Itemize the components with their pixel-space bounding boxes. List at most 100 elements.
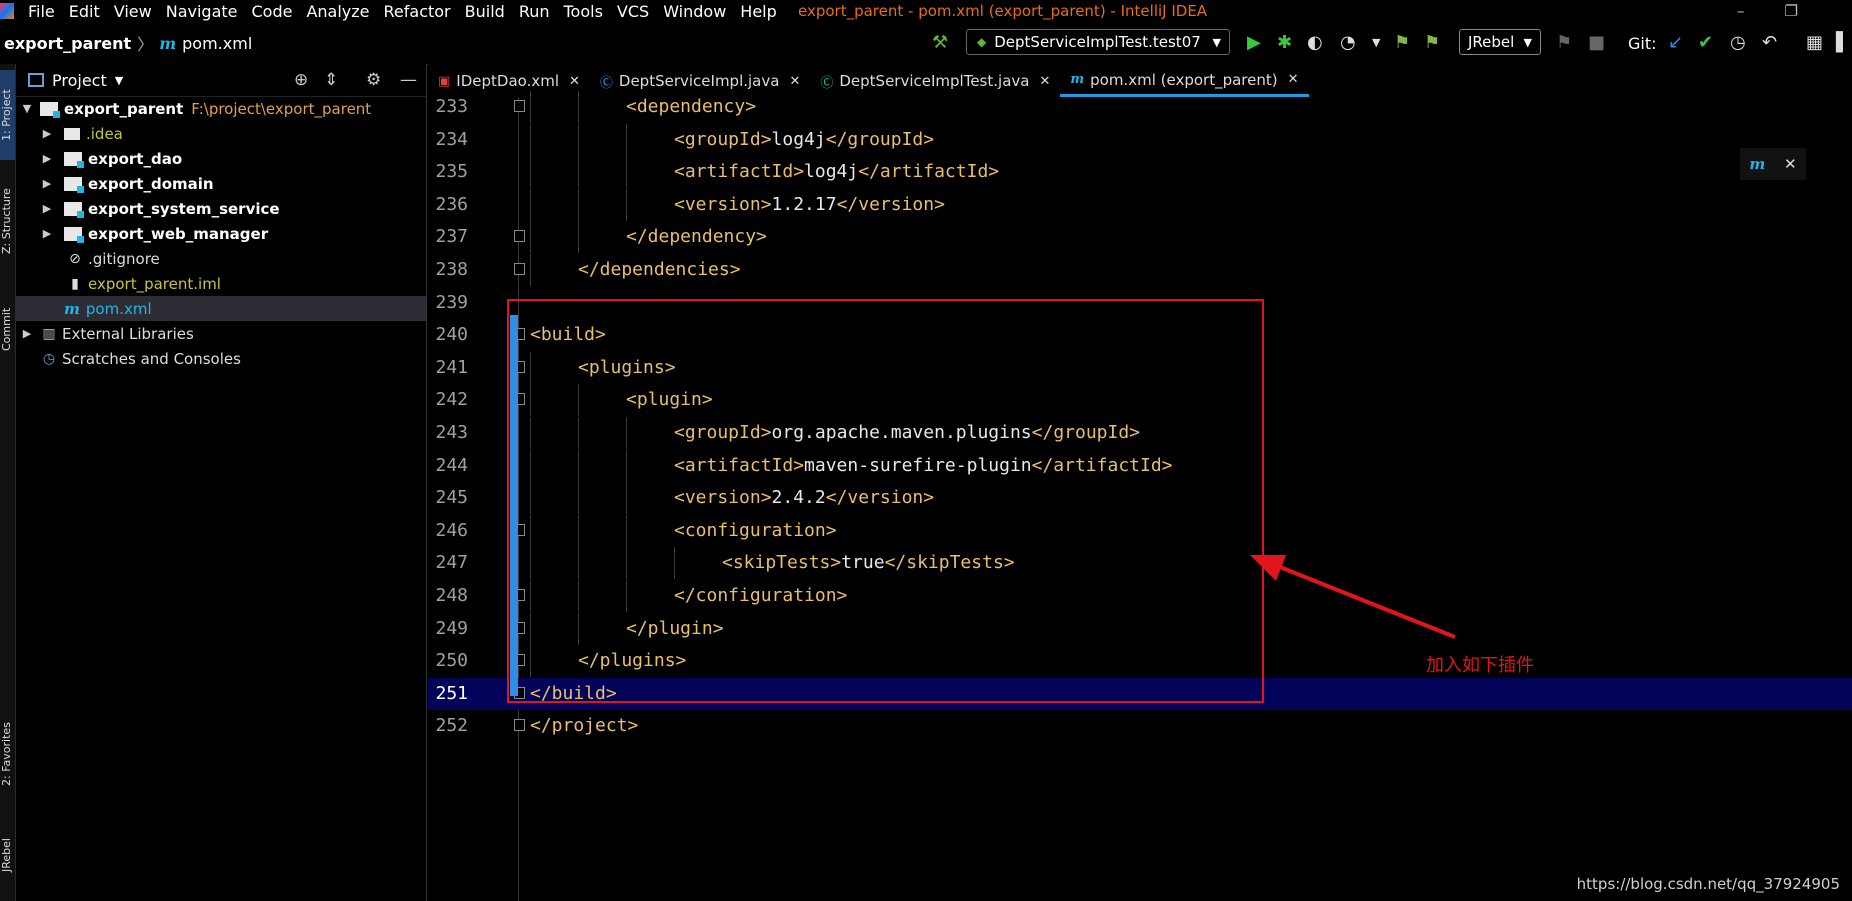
tree-item-pom[interactable]: m pom.xml xyxy=(16,296,426,321)
tree-item-label: .idea xyxy=(86,124,123,143)
menu-build[interactable]: Build xyxy=(465,2,505,21)
chevron-right-icon[interactable]: ▶ xyxy=(40,227,54,240)
tree-item-idea[interactable]: ▶ .idea xyxy=(16,121,426,146)
tool-window-structure[interactable]: Z: Structure xyxy=(0,176,15,266)
chevron-right-icon[interactable]: ▶ xyxy=(40,127,54,140)
menu-view[interactable]: View xyxy=(114,2,152,21)
jrebel-label: JRebel xyxy=(1468,33,1515,51)
locate-target-icon[interactable]: ⊕ xyxy=(294,70,308,90)
indent-guide xyxy=(626,123,627,156)
run-configuration-select[interactable]: ◆ DeptServiceImplTest.test07 ▼ xyxy=(966,29,1230,55)
settings-strip-icon[interactable]: ▌ xyxy=(1836,32,1850,53)
tree-item-export-system-service[interactable]: ▶ export_system_service xyxy=(16,196,426,221)
collapse-all-icon[interactable]: ⇕ xyxy=(324,70,338,90)
menu-tools[interactable]: Tools xyxy=(564,2,603,21)
breadcrumb-project[interactable]: export_parent xyxy=(4,34,131,53)
fold-marker-icon[interactable] xyxy=(514,719,525,732)
tree-item-export-dao[interactable]: ▶ export_dao xyxy=(16,146,426,171)
restore-icon[interactable]: ❐ xyxy=(1785,2,1838,20)
menu-vcs[interactable]: VCS xyxy=(617,2,649,21)
fold-marker-icon[interactable] xyxy=(514,263,525,275)
tool-window-favorites[interactable]: 2: Favorites xyxy=(0,704,15,804)
tree-item-scratches[interactable]: ◷ Scratches and Consoles xyxy=(16,346,426,371)
close-icon[interactable]: ✕ xyxy=(1784,155,1797,173)
stop-icon[interactable]: ■ xyxy=(1588,32,1605,53)
chevron-right-icon[interactable]: ▶ xyxy=(40,177,54,190)
close-icon[interactable]: ✕ xyxy=(789,74,800,89)
menu-window[interactable]: Window xyxy=(663,2,726,21)
more-run-chevron-icon[interactable]: ▼ xyxy=(1372,36,1380,49)
hide-panel-icon[interactable]: — xyxy=(400,70,417,90)
tree-root-label: export_parent xyxy=(64,99,184,118)
tree-item-export-domain[interactable]: ▶ export_domain xyxy=(16,171,426,196)
code-line[interactable]: 234 <groupId>log4j</groupId> xyxy=(428,123,1852,156)
maven-icon: m xyxy=(1070,72,1085,87)
chevron-down-icon[interactable]: ▼ xyxy=(20,102,34,115)
chevron-right-icon[interactable]: ▶ xyxy=(40,202,54,215)
code-line[interactable]: 233 <dependency> xyxy=(428,91,1852,123)
maven-icon: m xyxy=(64,299,80,318)
tree-item-iml[interactable]: ▮ export_parent.iml xyxy=(16,271,426,296)
tab-label: pom.xml (export_parent) xyxy=(1090,70,1278,89)
chevron-down-icon[interactable]: ▼ xyxy=(115,74,123,87)
window-controls[interactable]: –❐ xyxy=(1737,2,1838,20)
menu-refactor[interactable]: Refactor xyxy=(384,2,451,21)
profile-icon[interactable]: ◔ xyxy=(1340,32,1356,53)
jrebel-select[interactable]: JRebel ▼ xyxy=(1459,29,1541,55)
coverage-icon[interactable]: ◐ xyxy=(1307,32,1323,53)
git-history-icon[interactable]: ◷ xyxy=(1730,32,1746,53)
code-line[interactable]: 235 <artifactId>log4j</artifactId> xyxy=(428,156,1852,189)
maven-reload-icon[interactable]: m xyxy=(1749,155,1765,173)
close-icon[interactable]: ✕ xyxy=(1288,72,1299,87)
menu-edit[interactable]: Edit xyxy=(69,2,100,21)
menu-analyze[interactable]: Analyze xyxy=(306,2,369,21)
chevron-down-icon: ▼ xyxy=(1523,35,1532,49)
menu-run[interactable]: Run xyxy=(519,2,550,21)
code-line[interactable]: 237 </dependency> xyxy=(428,221,1852,254)
indent-guide xyxy=(626,156,627,189)
maven-icon: m xyxy=(159,33,177,53)
line-number: 249 xyxy=(435,617,468,639)
project-view-select[interactable]: Project xyxy=(52,71,107,90)
gear-icon[interactable]: ⚙ xyxy=(366,70,381,90)
line-number: 252 xyxy=(435,715,468,737)
jrebel-run-icon[interactable]: ⚑ xyxy=(1394,32,1410,53)
tree-item-gitignore[interactable]: ⊘ .gitignore xyxy=(16,246,426,271)
tool-window-project[interactable]: 1: Project xyxy=(0,70,15,160)
highlight-box xyxy=(507,299,1264,703)
tree-item-external-libraries[interactable]: ▶ ▥ External Libraries xyxy=(16,321,426,346)
git-rollback-icon[interactable]: ↶ xyxy=(1762,32,1777,53)
code-text: <dependency> xyxy=(626,96,757,117)
jrebel-debug-icon[interactable]: ⚑ xyxy=(1424,32,1440,53)
code-line[interactable]: 238 </dependencies> xyxy=(428,254,1852,286)
tool-window-jrebel[interactable]: JRebel xyxy=(0,820,15,890)
run-icon[interactable]: ▶ xyxy=(1247,32,1261,53)
minimize-icon[interactable]: – xyxy=(1737,2,1785,20)
close-icon[interactable]: ✕ xyxy=(569,74,580,89)
tab-label: DeptServiceImplTest.java xyxy=(839,72,1030,90)
chevron-right-icon[interactable]: ▶ xyxy=(20,327,34,340)
project-structure-icon[interactable]: ▦ xyxy=(1806,32,1823,53)
fold-marker-icon[interactable] xyxy=(514,100,525,112)
menu-help[interactable]: Help xyxy=(740,2,776,21)
fold-marker-icon[interactable] xyxy=(514,230,525,243)
annotation-text: 加入如下插件 xyxy=(1426,655,1534,676)
line-number: 234 xyxy=(435,128,468,150)
tool-window-commit[interactable]: Commit xyxy=(0,294,15,364)
build-hammer-icon[interactable]: ⚒ xyxy=(932,32,948,53)
menu-code[interactable]: Code xyxy=(252,2,293,21)
git-label: Git: xyxy=(1628,34,1657,53)
close-icon[interactable]: ✕ xyxy=(1039,74,1050,89)
tree-root[interactable]: ▼ export_parent F:\project\export_parent xyxy=(16,96,426,121)
tree-item-export-web-manager[interactable]: ▶ export_web_manager xyxy=(16,221,426,246)
code-line[interactable]: 236 <version>1.2.17</version> xyxy=(428,188,1852,221)
tree-item-label: External Libraries xyxy=(62,324,194,343)
menu-file[interactable]: File xyxy=(28,2,55,21)
menu-navigate[interactable]: Navigate xyxy=(166,2,238,21)
git-commit-icon[interactable]: ✔ xyxy=(1698,32,1713,53)
git-update-icon[interactable]: ↙ xyxy=(1668,32,1683,53)
debug-icon[interactable]: ✱ xyxy=(1277,32,1292,53)
breadcrumb-file[interactable]: pom.xml xyxy=(182,34,252,53)
chevron-right-icon[interactable]: ▶ xyxy=(40,152,54,165)
code-line[interactable]: 252 </project> xyxy=(428,710,1852,742)
